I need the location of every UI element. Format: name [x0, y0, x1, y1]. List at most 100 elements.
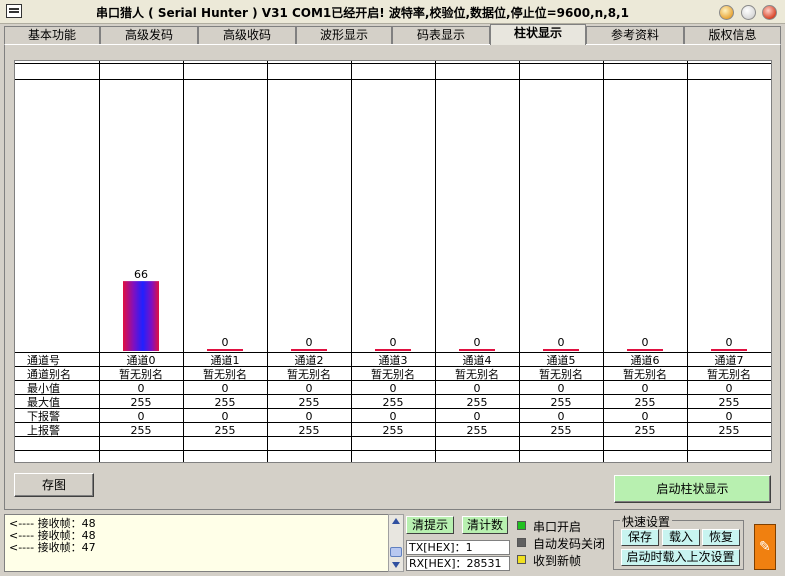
tab-advanced-receive[interactable]: 高级收码 [198, 26, 296, 44]
log-line: <---- 接收帧：47 [9, 541, 96, 554]
cell-alias: 暂无别名 [371, 368, 415, 381]
new-frame-led [517, 555, 526, 564]
cell-low-alarm: 0 [137, 410, 145, 423]
tab-advanced-send[interactable]: 高级发码 [100, 26, 198, 44]
cell-channel: 通道4 [462, 354, 492, 367]
port-open-label: 串口开启 [533, 520, 582, 534]
scroll-thumb[interactable] [390, 547, 402, 557]
cell-low-alarm: 0 [725, 410, 733, 423]
bar-value-label: 0 [474, 336, 481, 349]
row-label-channel: 通道号 [27, 354, 60, 367]
start-bar-display-button[interactable]: 启动柱状显示 [614, 475, 771, 503]
cell-min: 0 [305, 382, 313, 395]
cell-high-alarm: 255 [634, 424, 656, 437]
bar-通道6 [627, 349, 663, 351]
window-title: 串口猎人 ( Serial Hunter ) V31 COM1已经开启! 波特率… [96, 6, 629, 20]
row-label-max: 最大值 [27, 396, 60, 409]
cell-low-alarm: 0 [221, 410, 229, 423]
tab-strip: 基本功能 高级发码 高级收码 波形显示 码表显示 柱状显示 参考资料 版权信息 [0, 24, 785, 45]
quick-settings-legend: 快速设置 [620, 513, 673, 530]
cell-alias: 暂无别名 [707, 368, 751, 381]
log-scrollbar[interactable] [388, 514, 404, 572]
cell-alias: 暂无别名 [287, 368, 331, 381]
cell-high-alarm: 255 [298, 424, 320, 437]
cell-max: 255 [466, 396, 488, 409]
bar-value-label: 0 [558, 336, 565, 349]
cell-max: 255 [634, 396, 656, 409]
bar-value-label: 66 [134, 268, 148, 281]
cell-channel: 通道2 [294, 354, 324, 367]
new-frame-label: 收到新帧 [533, 554, 582, 568]
cell-max: 255 [214, 396, 236, 409]
bar-value-label: 0 [222, 336, 229, 349]
bar-通道5 [543, 349, 579, 351]
row-label-alias: 通道别名 [27, 368, 71, 381]
cell-channel: 通道3 [378, 354, 408, 367]
cell-channel: 通道6 [630, 354, 660, 367]
pin-button[interactable]: ✎ [754, 524, 776, 570]
tab-copyright[interactable]: 版权信息 [684, 26, 781, 44]
app-icon[interactable] [6, 4, 22, 18]
row-label-min: 最小值 [27, 382, 60, 395]
cell-max: 255 [298, 396, 320, 409]
scroll-down-icon[interactable] [392, 562, 400, 568]
cell-low-alarm: 0 [557, 410, 565, 423]
clear-hint-button[interactable]: 清提示 [406, 516, 454, 534]
clear-count-button[interactable]: 清计数 [462, 516, 508, 534]
cell-high-alarm: 255 [718, 424, 740, 437]
cell-min: 0 [473, 382, 481, 395]
cell-min: 0 [641, 382, 649, 395]
pin-icon: ✎ [759, 539, 771, 555]
bar-通道4 [459, 349, 495, 351]
tab-waveform[interactable]: 波形显示 [296, 26, 392, 44]
cell-alias: 暂无别名 [203, 368, 247, 381]
quick-save-button[interactable]: 保存 [621, 529, 659, 546]
tab-basic[interactable]: 基本功能 [4, 26, 100, 44]
cell-min: 0 [221, 382, 229, 395]
cell-max: 255 [550, 396, 572, 409]
cell-min: 0 [725, 382, 733, 395]
cell-max: 255 [718, 396, 740, 409]
minimize-button[interactable] [719, 5, 734, 20]
cell-min: 0 [137, 382, 145, 395]
cell-channel: 通道1 [210, 354, 240, 367]
chart-bar-labels: 66 0 0 0 0 0 0 0 [134, 268, 733, 349]
quick-restore-button[interactable]: 恢复 [702, 529, 740, 546]
bar-通道1 [207, 349, 243, 351]
cell-high-alarm: 255 [382, 424, 404, 437]
quick-load-button[interactable]: 载入 [662, 529, 700, 546]
tab-bar-display[interactable]: 柱状显示 [490, 24, 586, 45]
tx-counter: TX[HEX]：1 [406, 540, 510, 555]
bar-value-label: 0 [642, 336, 649, 349]
cell-low-alarm: 0 [473, 410, 481, 423]
cell-high-alarm: 255 [130, 424, 152, 437]
bar-通道3 [375, 349, 411, 351]
bar-value-label: 0 [726, 336, 733, 349]
bar-value-label: 0 [306, 336, 313, 349]
bar-chart: 66 0 0 0 0 0 0 0 通道号 通道别名 最小值 最大值 下报警 上报警 通道0 通道… [14, 60, 772, 463]
auto-send-label: 自动发码关闭 [533, 537, 606, 551]
tab-reference[interactable]: 参考资料 [586, 26, 684, 44]
cell-high-alarm: 255 [214, 424, 236, 437]
maximize-button[interactable] [741, 5, 756, 20]
row-label-high-alarm: 上报警 [27, 424, 60, 437]
cell-min: 0 [557, 382, 565, 395]
scroll-up-icon[interactable] [392, 518, 400, 524]
close-button[interactable] [762, 5, 777, 20]
load-last-settings-button[interactable]: 启动时载入上次设置 [621, 549, 740, 566]
save-image-button[interactable]: 存图 [14, 473, 94, 497]
tab-code-table[interactable]: 码表显示 [392, 26, 490, 44]
cell-low-alarm: 0 [389, 410, 397, 423]
bar-通道7 [711, 349, 747, 351]
cell-channel: 通道7 [714, 354, 744, 367]
cell-alias: 暂无别名 [455, 368, 499, 381]
auto-send-led [517, 538, 526, 547]
cell-max: 255 [382, 396, 404, 409]
cell-channel: 通道0 [126, 354, 156, 367]
row-label-low-alarm: 下报警 [27, 410, 60, 423]
rx-counter: RX[HEX]：28531 [406, 556, 510, 571]
bar-通道0 [123, 281, 159, 351]
cell-high-alarm: 255 [466, 424, 488, 437]
cell-channel: 通道5 [546, 354, 576, 367]
cell-max: 255 [130, 396, 152, 409]
